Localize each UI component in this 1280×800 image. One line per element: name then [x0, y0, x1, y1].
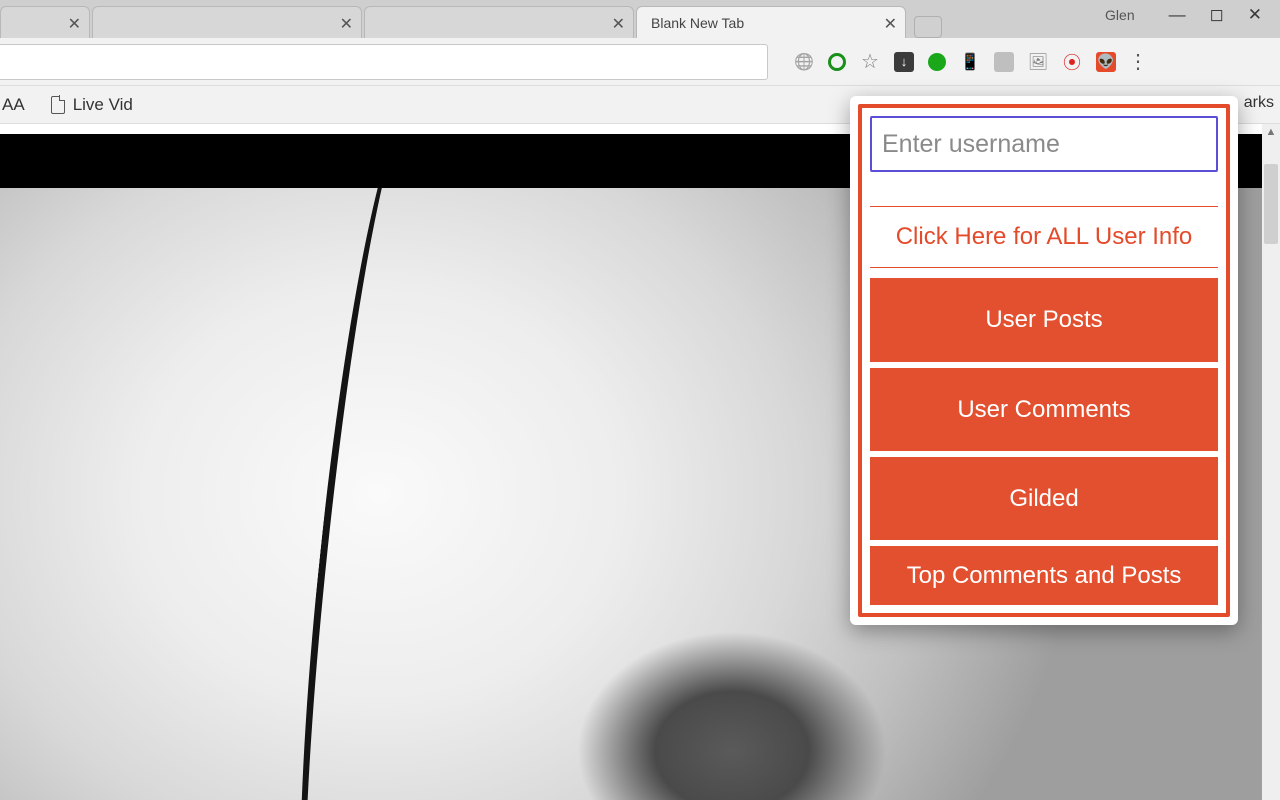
- bookmark-item[interactable]: Live Vid: [51, 95, 133, 115]
- kebab-menu-icon[interactable]: ⋮: [1128, 49, 1148, 74]
- close-icon[interactable]: ✕: [68, 14, 81, 34]
- tab-title: Blank New Tab: [651, 15, 744, 31]
- popup-frame: Click Here for ALL User Info User Posts …: [858, 104, 1230, 617]
- close-window-icon[interactable]: ✕: [1248, 5, 1262, 25]
- document-icon: [51, 96, 65, 114]
- window-titlebar: ✕ ✕ ✕ Blank New Tab ✕ Glen ― ◻ ✕: [0, 0, 1280, 38]
- letter-d-green-icon[interactable]: [828, 53, 846, 71]
- browser-tab[interactable]: ✕: [364, 6, 634, 38]
- top-comments-posts-button[interactable]: Top Comments and Posts: [870, 546, 1218, 605]
- bookmark-label: AA: [2, 95, 25, 115]
- all-user-info-link[interactable]: Click Here for ALL User Info: [870, 206, 1218, 268]
- bookmarks-overflow-text: arks: [1244, 94, 1274, 112]
- close-icon[interactable]: ✕: [340, 14, 353, 34]
- username-input[interactable]: [870, 116, 1218, 172]
- globe-icon[interactable]: 🌐: [794, 52, 814, 72]
- reddit-icon[interactable]: 👽: [1096, 52, 1116, 72]
- window-controls: Glen ― ◻ ✕: [1105, 0, 1280, 30]
- bookmark-label: Live Vid: [73, 95, 133, 115]
- extension-popup: Click Here for ALL User Info User Posts …: [850, 96, 1238, 625]
- bookmark-item[interactable]: AA: [2, 95, 25, 115]
- star-icon[interactable]: ☆: [860, 52, 880, 72]
- phone-icon[interactable]: 📱: [960, 52, 980, 72]
- minimize-icon[interactable]: ―: [1169, 5, 1186, 25]
- extension-icons: 🌐 ☆ ↓ 📱 🖼 ⦿ 👽: [794, 52, 1116, 72]
- close-icon[interactable]: ✕: [612, 14, 625, 34]
- scrollbar-thumb[interactable]: [1264, 164, 1278, 244]
- gray-app-icon[interactable]: [994, 52, 1014, 72]
- download-dark-icon[interactable]: ↓: [894, 52, 914, 72]
- green-dot-icon[interactable]: [928, 53, 946, 71]
- browser-tab[interactable]: ✕: [0, 6, 90, 38]
- close-icon[interactable]: ✕: [884, 14, 897, 34]
- new-tab-button[interactable]: [914, 16, 942, 38]
- gilded-button[interactable]: Gilded: [870, 457, 1218, 540]
- cable-graphic: [273, 188, 486, 800]
- scroll-up-icon[interactable]: ▲: [1262, 126, 1280, 138]
- user-posts-button[interactable]: User Posts: [870, 278, 1218, 361]
- browser-tab-active[interactable]: Blank New Tab ✕: [636, 6, 906, 38]
- browser-toolbar: 🌐 ☆ ↓ 📱 🖼 ⦿ 👽 ⋮: [0, 38, 1280, 86]
- scrollbar[interactable]: ▲: [1262, 124, 1280, 800]
- stop-red-icon[interactable]: ⦿: [1062, 52, 1082, 72]
- user-comments-button[interactable]: User Comments: [870, 368, 1218, 451]
- maximize-icon[interactable]: ◻: [1210, 5, 1224, 25]
- tab-strip: ✕ ✕ ✕ Blank New Tab ✕: [0, 0, 942, 38]
- address-bar[interactable]: [0, 44, 768, 80]
- profile-name[interactable]: Glen: [1105, 7, 1135, 23]
- browser-tab[interactable]: ✕: [92, 6, 362, 38]
- picture-icon[interactable]: 🖼: [1028, 52, 1048, 72]
- spacer: [870, 172, 1218, 206]
